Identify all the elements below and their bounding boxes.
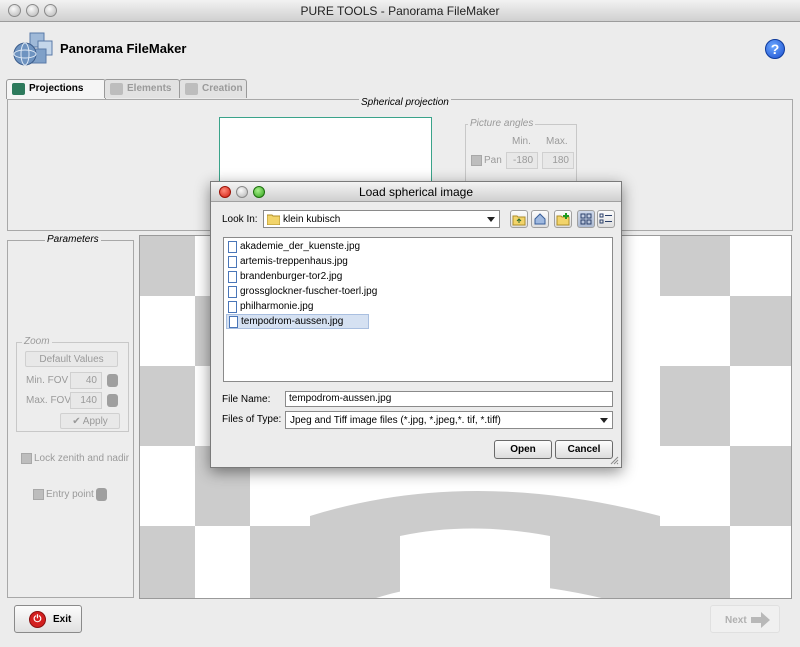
max-fov-label: Max. FOV — [26, 395, 72, 406]
file-type-label: Files of Type: — [222, 414, 282, 425]
cancel-button[interactable]: Cancel — [555, 440, 613, 459]
app-title: Panorama FileMaker — [60, 41, 187, 56]
lock-zenith-checkbox[interactable] — [21, 453, 32, 464]
file-icon — [228, 241, 237, 253]
list-item[interactable]: artemis-treppenhaus.jpg — [226, 255, 352, 270]
min-label: Min. — [512, 136, 531, 147]
spherical-projection-title: Spherical projection — [359, 97, 451, 108]
up-folder-button[interactable] — [510, 210, 528, 228]
list-item[interactable]: akademie_der_kuenste.jpg — [226, 240, 364, 255]
pan-max-field[interactable]: 180 — [542, 152, 574, 169]
file-type-select[interactable]: Jpeg and Tiff image files (*.jpg, *.jpeg… — [285, 411, 613, 429]
pan-checkbox[interactable] — [471, 155, 482, 166]
list-view-icon — [580, 213, 592, 225]
window-title: PURE TOOLS - Panorama FileMaker — [300, 4, 500, 18]
tab-elements[interactable]: Elements — [104, 79, 180, 98]
check-icon: ✔ — [72, 416, 83, 427]
resize-grip-icon[interactable] — [609, 455, 619, 465]
file-list[interactable]: akademie_der_kuenste.jpg artemis-treppen… — [223, 237, 613, 382]
details-view-icon — [599, 213, 612, 224]
new-folder-button[interactable] — [554, 210, 572, 228]
file-type-value: Jpeg and Tiff image files (*.jpg, *.jpeg… — [290, 415, 501, 426]
tab-creation[interactable]: Creation — [179, 79, 247, 98]
picture-angles-title: Picture angles — [468, 118, 536, 129]
list-view-button[interactable] — [577, 210, 595, 228]
landscape-icon — [12, 83, 25, 95]
power-icon: ⏻ — [29, 611, 46, 628]
file-icon — [228, 256, 237, 268]
pan-label: Pan — [484, 155, 502, 166]
window-titlebar: PURE TOOLS - Panorama FileMaker — [0, 0, 800, 22]
tab-label: Elements — [127, 83, 172, 94]
look-in-select[interactable]: klein kubisch — [263, 210, 500, 228]
look-in-label: Look In: — [222, 214, 258, 225]
tab-label: Projections — [29, 83, 84, 94]
file-icon — [229, 316, 238, 328]
elements-icon — [110, 83, 123, 95]
up-folder-icon — [512, 215, 526, 226]
chevron-down-icon — [487, 217, 495, 222]
arrow-right-icon — [751, 612, 770, 628]
file-name: brandenburger-tor2.jpg — [240, 271, 343, 282]
open-button[interactable]: Open — [494, 440, 552, 459]
tab-label: Creation — [202, 83, 243, 94]
creation-icon — [185, 83, 198, 95]
max-fov-field[interactable]: 140 — [70, 392, 102, 409]
new-folder-icon — [556, 213, 570, 226]
folder-icon — [267, 214, 280, 225]
next-button[interactable]: Next — [710, 605, 780, 633]
lock-zenith-label: Lock zenith and nadir — [34, 453, 130, 464]
apply-button[interactable]: ✔ Apply — [60, 413, 120, 429]
zoom-title: Zoom — [22, 336, 52, 347]
file-name-label: File Name: — [222, 394, 271, 405]
help-button[interactable]: ? — [765, 39, 785, 59]
app-logo-icon — [13, 32, 53, 66]
list-item-selected[interactable]: tempodrom-aussen.jpg — [226, 314, 369, 329]
min-fov-label: Min. FOV — [26, 375, 69, 386]
file-icon — [228, 301, 237, 313]
file-name: artemis-treppenhaus.jpg — [240, 256, 348, 267]
list-item[interactable]: brandenburger-tor2.jpg — [226, 270, 346, 285]
min-fov-stepper[interactable] — [107, 374, 118, 387]
max-fov-stepper[interactable] — [107, 394, 118, 407]
max-label: Max. — [546, 136, 568, 147]
min-fov-field[interactable]: 40 — [70, 372, 102, 389]
look-in-value: klein kubisch — [283, 214, 341, 225]
entry-point-checkbox[interactable] — [33, 489, 44, 500]
tab-projections[interactable]: Projections — [6, 79, 106, 99]
file-name: tempodrom-aussen.jpg — [241, 316, 344, 327]
file-icon — [228, 271, 237, 283]
default-values-button[interactable]: Default Values — [25, 351, 118, 367]
chevron-down-icon — [600, 418, 608, 423]
file-name-field[interactable]: tempodrom-aussen.jpg — [285, 391, 613, 407]
list-item[interactable]: grossglockner-fuscher-toerl.jpg — [226, 285, 381, 300]
load-image-dialog: Load spherical image Look In: klein kubi… — [210, 181, 622, 468]
exit-label: Exit — [53, 614, 72, 625]
next-label: Next — [725, 615, 747, 626]
exit-button[interactable]: ⏻ Exit — [14, 605, 82, 633]
home-icon — [534, 213, 546, 225]
details-view-button[interactable] — [597, 210, 615, 228]
dialog-title: Load spherical image — [358, 185, 474, 199]
parameters-title: Parameters — [45, 234, 101, 245]
apply-label: Apply — [82, 416, 108, 427]
list-item[interactable]: philharmonie.jpg — [226, 300, 317, 315]
file-name: philharmonie.jpg — [240, 301, 314, 312]
file-icon — [228, 286, 237, 298]
file-name: grossglockner-fuscher-toerl.jpg — [240, 286, 378, 297]
app-header: Panorama FileMaker ? — [0, 23, 800, 75]
entry-point-label: Entry point — [46, 489, 94, 500]
pan-min-field[interactable]: -180 — [506, 152, 538, 169]
entry-point-picker-icon[interactable] — [96, 488, 107, 501]
home-button[interactable] — [531, 210, 549, 228]
dialog-titlebar: Load spherical image — [211, 182, 621, 202]
file-name: akademie_der_kuenste.jpg — [240, 241, 361, 252]
